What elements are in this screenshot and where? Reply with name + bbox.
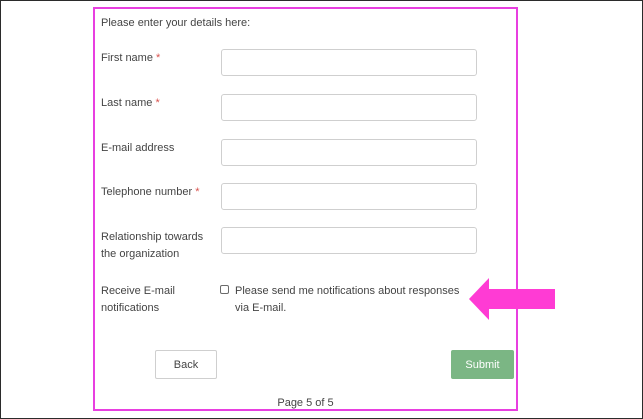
relationship-label: Relationship towards the organization	[101, 229, 219, 263]
email-input[interactable]	[221, 139, 477, 166]
relationship-input[interactable]	[221, 227, 477, 254]
relationship-label-text: Relationship towards the organization	[101, 231, 204, 260]
required-marker: *	[155, 97, 160, 109]
telephone-label: Telephone number *	[101, 184, 219, 201]
last-name-label: Last name *	[101, 95, 219, 112]
last-name-label-text: Last name	[101, 97, 153, 109]
telephone-label-text: Telephone number	[101, 186, 193, 198]
last-name-input[interactable]	[221, 94, 477, 121]
email-label: E-mail address	[101, 140, 219, 157]
email-notifications-checkbox-label[interactable]: Please send me notifications about respo…	[235, 283, 471, 317]
notifications-label: Receive E-mail notifications	[101, 285, 175, 314]
form-intro: Please enter your details here:	[101, 17, 251, 29]
required-marker: *	[156, 52, 161, 64]
back-button[interactable]: Back	[155, 350, 217, 379]
submit-button[interactable]: Submit	[451, 350, 514, 379]
telephone-input[interactable]	[221, 183, 477, 210]
required-marker: *	[195, 186, 200, 198]
first-name-label: First name *	[101, 50, 219, 67]
email-notifications-checkbox[interactable]	[220, 285, 229, 294]
page-indicator: Page 5 of 5	[277, 397, 334, 409]
email-label-text: E-mail address	[101, 142, 175, 154]
first-name-input[interactable]	[221, 49, 477, 76]
details-form-panel: Please enter your details here: First na…	[93, 7, 518, 411]
first-name-label-text: First name	[101, 52, 153, 64]
left-arrow-icon	[469, 278, 555, 320]
